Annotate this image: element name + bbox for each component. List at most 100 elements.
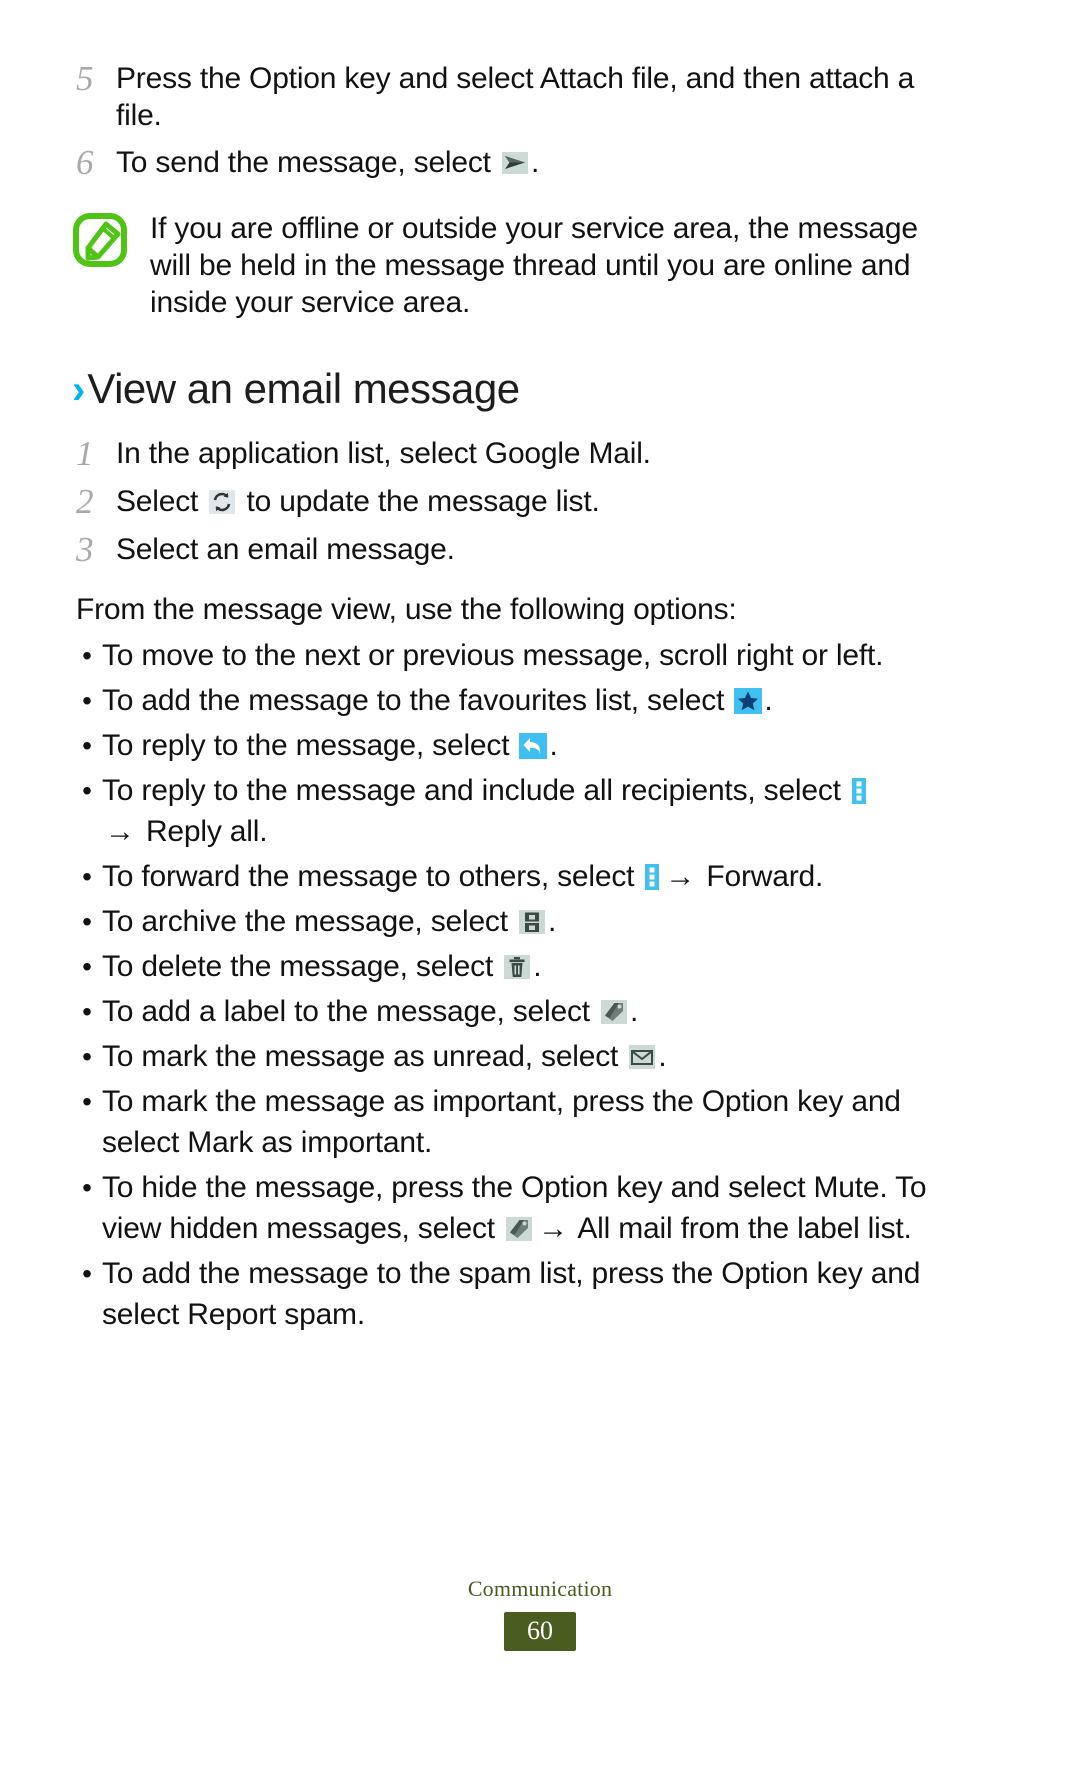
bullet-segment: . bbox=[630, 995, 639, 1028]
list-item: • To add the message to the favourites l… bbox=[72, 680, 952, 721]
step-number: 2 bbox=[76, 482, 94, 521]
bullet-segment: To move to the next or previous message,… bbox=[102, 639, 884, 672]
bullet-dot: • bbox=[82, 861, 92, 892]
step-text: To send the message, select . bbox=[116, 140, 952, 181]
bullet-segment: To add a label to the message, select bbox=[102, 995, 599, 1028]
list-item: • To move to the next or previous messag… bbox=[72, 635, 952, 676]
options-list: • To move to the next or previous messag… bbox=[72, 635, 952, 1335]
bullet-segment: . bbox=[658, 1040, 667, 1073]
step-number: 3 bbox=[76, 530, 94, 569]
list-item: • To mark the message as unread, select … bbox=[72, 1036, 952, 1077]
intro-paragraph: From the message view, use the following… bbox=[76, 593, 737, 626]
note-box: If you are offline or outside your servi… bbox=[72, 208, 952, 321]
bullet-text: To move to the next or previous message,… bbox=[102, 635, 952, 676]
overflow-menu-icon[interactable] bbox=[851, 777, 867, 805]
bullet-dot: • bbox=[82, 1172, 92, 1203]
list-item: • To mark the message as important, pres… bbox=[72, 1081, 952, 1163]
bullet-text: To hide the message, press the Option ke… bbox=[102, 1167, 952, 1249]
bullet-text: To mark the message as important, press … bbox=[102, 1081, 952, 1163]
bullet-dot: • bbox=[82, 775, 92, 806]
refresh-icon[interactable] bbox=[208, 488, 236, 516]
bullet-segment: To reply to the message, select bbox=[102, 729, 518, 762]
section-heading: › View an email message bbox=[72, 365, 952, 413]
list-item: • To hide the message, press the Option … bbox=[72, 1167, 952, 1249]
bullet-text: To delete the message, select . bbox=[102, 946, 952, 987]
step-number: 6 bbox=[76, 143, 94, 182]
bullet-dot: • bbox=[82, 1041, 92, 1072]
list-item: • To add a label to the message, select … bbox=[72, 991, 952, 1032]
arrow-right-glyph: → bbox=[105, 815, 135, 848]
list-item: • To reply to the message and include al… bbox=[72, 770, 952, 852]
bullet-segment: Forward. bbox=[698, 860, 824, 893]
step-5: 5 Press the Option key and select Attach… bbox=[72, 56, 952, 134]
send-paper-plane-icon[interactable] bbox=[501, 149, 529, 177]
bullet-text: To add the message to the favourites lis… bbox=[102, 680, 952, 721]
step-text: In the application list, select Google M… bbox=[116, 437, 651, 470]
bullet-dot: • bbox=[82, 685, 92, 716]
folder-label-icon[interactable] bbox=[505, 1215, 533, 1243]
page-title: View an email message bbox=[87, 365, 520, 412]
arrow-right-glyph: → bbox=[665, 860, 696, 893]
step-6: 6 To send the message, select . bbox=[72, 140, 952, 186]
list-item: • To add the message to the spam list, p… bbox=[72, 1253, 952, 1335]
bullet-dot: • bbox=[82, 730, 92, 761]
page-content: 5 Press the Option key and select Attach… bbox=[72, 56, 952, 1339]
bullet-text: To reply to the message, select . bbox=[102, 725, 952, 766]
step-number: 5 bbox=[76, 59, 94, 98]
page-footer: Communication 60 bbox=[0, 1576, 1080, 1651]
star-icon[interactable] bbox=[734, 687, 763, 715]
bullet-segment: All mail from the label list. bbox=[570, 1212, 912, 1245]
bullet-segment: To archive the message, select bbox=[102, 905, 517, 938]
list-item: • To archive the message, select . bbox=[72, 901, 952, 942]
bullet-segment: Reply all. bbox=[137, 815, 268, 848]
page-number-badge: 60 bbox=[504, 1612, 576, 1651]
step-text: Select an email message. bbox=[116, 533, 455, 566]
footer-section-label: Communication bbox=[467, 1576, 613, 1601]
step-text: Select to update the message list. bbox=[116, 479, 952, 520]
manual-page: 5 Press the Option key and select Attach… bbox=[0, 0, 1080, 1771]
step-1: 1 In the application list, select Google… bbox=[72, 431, 952, 477]
note-pencil-icon bbox=[72, 208, 150, 273]
list-item: • To forward the message to others, sele… bbox=[72, 856, 952, 897]
arrow-right-glyph: → bbox=[538, 1212, 568, 1245]
bullet-text: To mark the message as unread, select . bbox=[102, 1036, 952, 1077]
bullet-segment: To delete the message, select bbox=[102, 950, 502, 983]
bullet-dot: • bbox=[82, 996, 92, 1027]
bullet-segment: . bbox=[548, 905, 557, 938]
bullet-text: To add the message to the spam list, pre… bbox=[102, 1253, 952, 1335]
bullet-text: To add a label to the message, select . bbox=[102, 991, 952, 1032]
list-item: • To reply to the message, select . bbox=[72, 725, 952, 766]
bullet-segment: . bbox=[549, 729, 558, 762]
bullet-text: To archive the message, select . bbox=[102, 901, 952, 942]
bullet-segment: To mark the message as unread, select bbox=[102, 1040, 627, 1073]
step-number: 1 bbox=[76, 434, 94, 473]
bullet-segment: To forward the message to others, select bbox=[102, 860, 643, 893]
overflow-menu-icon[interactable] bbox=[644, 863, 660, 891]
step-text-before: Select bbox=[116, 485, 199, 518]
bullet-segment: . bbox=[764, 684, 773, 717]
bullet-continuation: → Reply all. bbox=[102, 811, 952, 852]
label-tag-icon[interactable] bbox=[600, 998, 628, 1026]
bullet-segment: To add the message to the spam list, pre… bbox=[102, 1257, 921, 1331]
step-2: 2 Select to update the message list. bbox=[72, 479, 952, 525]
bullet-segment: . bbox=[533, 950, 542, 983]
bullet-segment: To reply to the message and include all … bbox=[102, 774, 849, 807]
step-3: 3 Select an email message. bbox=[72, 527, 952, 573]
bullet-text: To forward the message to others, select… bbox=[102, 856, 952, 897]
chevron-right-icon: › bbox=[72, 368, 85, 412]
bullet-segment: To add the message to the favourites lis… bbox=[102, 684, 733, 717]
bullet-text: To reply to the message and include all … bbox=[102, 770, 952, 852]
step-text-before: To send the message, select bbox=[116, 146, 491, 179]
bullet-dot: • bbox=[82, 1258, 92, 1289]
step-text-after: to update the message list. bbox=[246, 485, 600, 518]
bullet-dot: • bbox=[82, 951, 92, 982]
reply-arrow-icon[interactable] bbox=[519, 732, 548, 760]
bullet-segment: To mark the message as important, press … bbox=[102, 1085, 901, 1159]
step-text-after: . bbox=[530, 146, 540, 179]
bullet-dot: • bbox=[82, 640, 92, 671]
bullet-dot: • bbox=[82, 1086, 92, 1117]
envelope-icon[interactable] bbox=[628, 1043, 656, 1071]
trash-icon[interactable] bbox=[503, 953, 531, 981]
archive-icon[interactable] bbox=[518, 908, 546, 936]
bullet-dot: • bbox=[82, 906, 92, 937]
